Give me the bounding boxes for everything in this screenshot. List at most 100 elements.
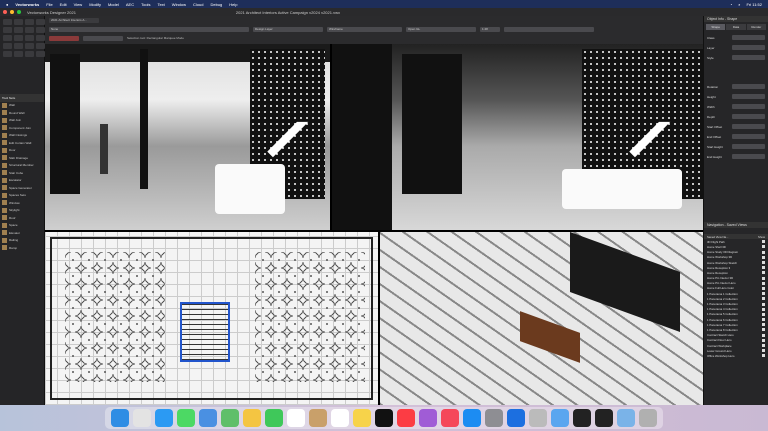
field-input[interactable] bbox=[732, 84, 765, 89]
pan-tool[interactable] bbox=[14, 19, 23, 25]
show-checkbox[interactable] bbox=[762, 323, 765, 327]
double-line-tool[interactable] bbox=[14, 43, 23, 49]
dock-safari-icon[interactable] bbox=[155, 409, 173, 427]
show-checkbox[interactable] bbox=[762, 302, 765, 306]
tab-render[interactable]: Render bbox=[746, 24, 766, 30]
dock-news-icon[interactable] bbox=[441, 409, 459, 427]
menu-tools[interactable]: Tools bbox=[141, 2, 150, 7]
tab-data[interactable]: Data bbox=[726, 24, 746, 30]
drawing-area[interactable] bbox=[45, 44, 703, 405]
dock-finder-icon[interactable] bbox=[111, 409, 129, 427]
offset-tool[interactable] bbox=[25, 43, 34, 49]
field-input[interactable] bbox=[732, 104, 765, 109]
selection-tool[interactable] bbox=[3, 19, 12, 25]
dock-preview-icon[interactable] bbox=[551, 409, 569, 427]
menu-text[interactable]: Text bbox=[157, 2, 164, 7]
viewport-render-lobby[interactable] bbox=[45, 44, 330, 230]
show-checkbox[interactable] bbox=[762, 292, 765, 296]
layer-select[interactable]: Design Layer bbox=[253, 26, 323, 32]
show-checkbox[interactable] bbox=[762, 307, 765, 311]
show-checkbox[interactable] bbox=[762, 250, 765, 254]
tool-item[interactable]: Wall Join bbox=[0, 117, 44, 125]
tool-item[interactable]: Elevator bbox=[0, 229, 44, 237]
tool-item[interactable]: Round Wall bbox=[0, 109, 44, 117]
tool-item[interactable]: Stair Cube bbox=[0, 169, 44, 177]
tool-item[interactable]: Roof bbox=[0, 214, 44, 222]
render-select[interactable]: Open GL bbox=[406, 26, 476, 32]
viewport-axonometric[interactable] bbox=[380, 232, 703, 405]
dock-vectorworks-icon[interactable] bbox=[595, 409, 613, 427]
menu-window[interactable]: Window bbox=[172, 2, 186, 7]
wifi-icon[interactable]: ◔ bbox=[730, 2, 732, 7]
show-checkbox[interactable] bbox=[762, 240, 765, 244]
field-input[interactable] bbox=[732, 94, 765, 99]
col-name[interactable]: Saved View Na... bbox=[707, 235, 728, 239]
dock-facetime-icon[interactable] bbox=[265, 409, 283, 427]
tool-item[interactable]: Edit Curtain Wall bbox=[0, 139, 44, 147]
close-button[interactable] bbox=[3, 10, 7, 14]
show-checkbox[interactable] bbox=[762, 281, 765, 285]
field-input[interactable] bbox=[732, 134, 765, 139]
show-checkbox[interactable] bbox=[762, 338, 765, 342]
dock-reminders-icon[interactable] bbox=[331, 409, 349, 427]
tool-item[interactable]: Skylight bbox=[0, 207, 44, 215]
eyedropper-tool[interactable] bbox=[14, 51, 23, 57]
saved-view-select[interactable] bbox=[504, 26, 594, 32]
tool-item[interactable]: Escalator bbox=[0, 177, 44, 185]
menu-view[interactable]: View bbox=[74, 2, 83, 7]
show-checkbox[interactable] bbox=[762, 245, 765, 249]
zoom-tool[interactable] bbox=[25, 19, 34, 25]
menu-cloud[interactable]: Cloud bbox=[193, 2, 203, 7]
field-input[interactable] bbox=[732, 55, 765, 60]
show-checkbox[interactable] bbox=[762, 266, 765, 270]
col-show[interactable]: Show bbox=[758, 235, 765, 239]
selection-mode-buttons[interactable] bbox=[49, 35, 79, 41]
dock-music-icon[interactable] bbox=[397, 409, 415, 427]
menu-help[interactable]: Help bbox=[229, 2, 237, 7]
show-checkbox[interactable] bbox=[762, 312, 765, 316]
show-checkbox[interactable] bbox=[762, 333, 765, 337]
dock-contacts-icon[interactable] bbox=[309, 409, 327, 427]
tool-item[interactable]: Structural Member bbox=[0, 162, 44, 170]
tool-item[interactable]: Ramp bbox=[0, 244, 44, 252]
show-checkbox[interactable] bbox=[762, 286, 765, 290]
show-checkbox[interactable] bbox=[762, 354, 765, 358]
dock-podcasts-icon[interactable] bbox=[419, 409, 437, 427]
tab-shape[interactable]: Shape bbox=[706, 24, 726, 30]
show-checkbox[interactable] bbox=[762, 318, 765, 322]
tool-item[interactable]: Slab Drainage bbox=[0, 154, 44, 162]
dock-calendar-icon[interactable] bbox=[287, 409, 305, 427]
dock-maps-icon[interactable] bbox=[221, 409, 239, 427]
show-checkbox[interactable] bbox=[762, 261, 765, 265]
dock-trash-icon[interactable] bbox=[639, 409, 657, 427]
line-tool[interactable] bbox=[25, 27, 34, 33]
apple-icon[interactable]: ● bbox=[6, 2, 8, 7]
dock-xcode-icon[interactable] bbox=[507, 409, 525, 427]
dock-photos-icon[interactable] bbox=[243, 409, 261, 427]
show-checkbox[interactable] bbox=[762, 297, 765, 301]
callout-tool[interactable] bbox=[14, 27, 23, 33]
dimension-tool[interactable] bbox=[36, 51, 45, 57]
menu-aec[interactable]: AEC bbox=[126, 2, 134, 7]
dock-terminal-icon[interactable] bbox=[573, 409, 591, 427]
text-tool[interactable] bbox=[3, 27, 12, 33]
clock[interactable]: Fri 11:52 bbox=[747, 2, 763, 7]
minimize-button[interactable] bbox=[10, 10, 14, 14]
viewport-floor-plan[interactable] bbox=[45, 232, 378, 405]
show-checkbox[interactable] bbox=[762, 349, 765, 353]
tool-item[interactable]: Space bbox=[0, 222, 44, 230]
document-tab[interactable]: 2021 Architect Interiors A... bbox=[49, 17, 99, 23]
dock-tv-icon[interactable] bbox=[375, 409, 393, 427]
search-icon[interactable]: ⌕ bbox=[738, 2, 740, 7]
rotate-tool[interactable] bbox=[3, 51, 12, 57]
view-select[interactable]: Wireframe bbox=[327, 26, 402, 32]
menu-model[interactable]: Model bbox=[108, 2, 119, 7]
tool-item[interactable]: Wall Closings bbox=[0, 132, 44, 140]
mode-buttons[interactable] bbox=[83, 35, 123, 41]
tool-item[interactable]: Component Join bbox=[0, 124, 44, 132]
menu-debug[interactable]: Debug bbox=[210, 2, 222, 7]
dock-disk-utility-icon[interactable] bbox=[529, 409, 547, 427]
field-input[interactable] bbox=[732, 154, 765, 159]
menu-file[interactable]: File bbox=[46, 2, 52, 7]
tool-item[interactable]: Wall bbox=[0, 102, 44, 110]
